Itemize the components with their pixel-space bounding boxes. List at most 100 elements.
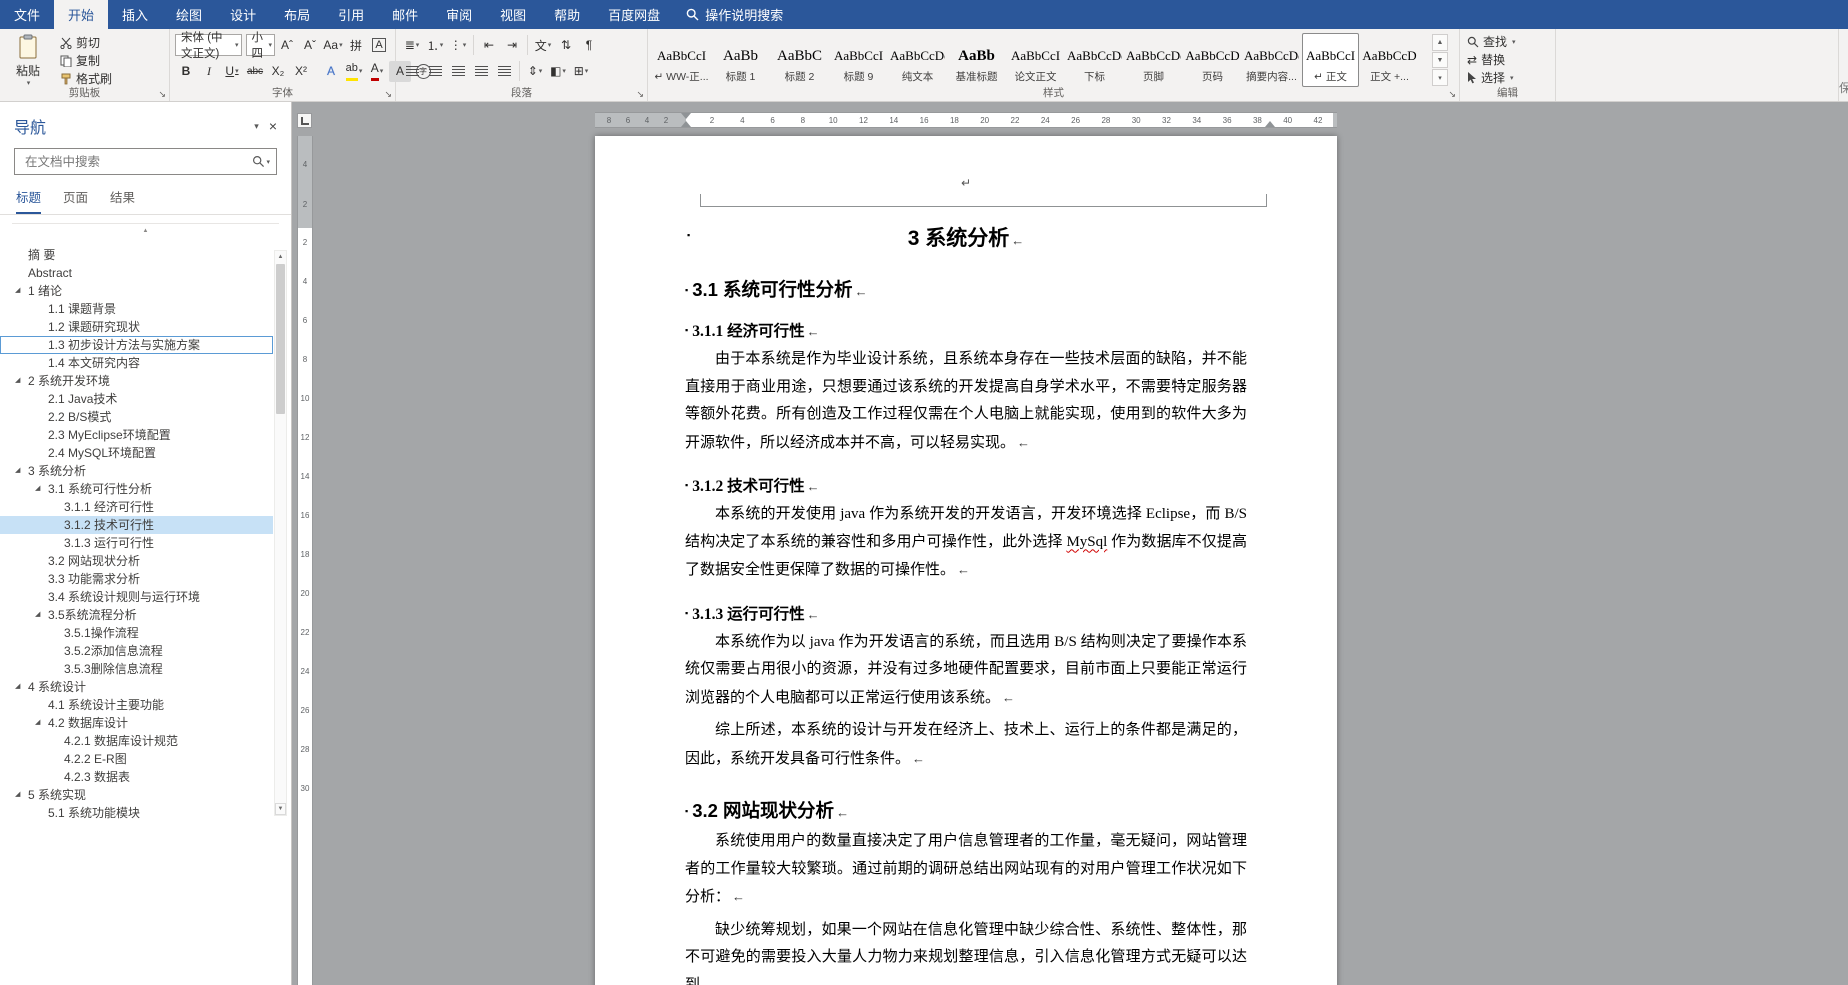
styles-dialog-launcher[interactable]: ↘ bbox=[1448, 90, 1456, 99]
ribbon-tab[interactable]: 开始 bbox=[54, 0, 108, 29]
find-button[interactable]: 查找 ▾ bbox=[1465, 33, 1550, 50]
navigation-close-icon[interactable]: × bbox=[269, 118, 277, 134]
hanging-indent-marker[interactable] bbox=[681, 121, 691, 127]
nav-item[interactable]: ◢3.5系统流程分析 bbox=[0, 606, 273, 624]
style-item[interactable]: AaBbCcD正文 +... bbox=[1361, 33, 1418, 87]
ribbon-tab[interactable]: 审阅 bbox=[432, 0, 486, 29]
expand-triangle-icon[interactable]: ◢ bbox=[15, 678, 20, 696]
shading-button[interactable]: ◧▾ bbox=[547, 61, 569, 82]
nav-item[interactable]: 摘 要 bbox=[0, 246, 273, 264]
style-item[interactable]: AaBbCcDc纯文本 bbox=[889, 33, 946, 87]
nav-item[interactable]: 4.2.2 E-R图 bbox=[0, 750, 273, 768]
expand-triangle-icon[interactable]: ◢ bbox=[35, 606, 40, 624]
character-border-button[interactable]: A bbox=[368, 35, 390, 56]
navigation-options-icon[interactable]: ▾ bbox=[244, 121, 269, 132]
bold-button[interactable]: B bbox=[175, 61, 197, 82]
nav-item[interactable]: 2.4 MySQL环境配置 bbox=[0, 444, 273, 462]
expand-triangle-icon[interactable]: ◢ bbox=[15, 372, 20, 390]
style-item[interactable]: AaBbCcDdI页脚 bbox=[1125, 33, 1182, 87]
nav-item[interactable]: 3.5.2添加信息流程 bbox=[0, 642, 273, 660]
line-spacing-button[interactable]: ⇕▾ bbox=[524, 61, 546, 82]
paragraph-dialog-launcher[interactable]: ↘ bbox=[636, 90, 644, 99]
align-left-button[interactable] bbox=[401, 61, 423, 82]
expand-triangle-icon[interactable]: ◢ bbox=[35, 480, 40, 498]
nav-item[interactable]: 3.5.1操作流程 bbox=[0, 624, 273, 642]
ribbon-tab[interactable]: 绘图 bbox=[162, 0, 216, 29]
ribbon-tab[interactable]: 文件 bbox=[0, 0, 54, 29]
expand-triangle-icon[interactable]: ◢ bbox=[35, 714, 40, 732]
nav-item[interactable]: 1.4 本文研究内容 bbox=[0, 354, 273, 372]
nav-scrollbar[interactable]: ▲ ▼ bbox=[274, 250, 287, 816]
nav-scroll-down-icon[interactable]: ▼ bbox=[275, 803, 286, 815]
styles-gallery-more-button[interactable]: ▾ bbox=[1432, 69, 1448, 86]
italic-button[interactable]: I bbox=[198, 61, 220, 82]
ribbon-tab[interactable]: 邮件 bbox=[378, 0, 432, 29]
tab-stop-selector[interactable] bbox=[297, 113, 312, 128]
borders-button[interactable]: ⊞▾ bbox=[570, 61, 592, 82]
highlight-button[interactable]: ab▾ bbox=[343, 61, 365, 82]
nav-item[interactable]: 2.3 MyEclipse环境配置 bbox=[0, 426, 273, 444]
increase-indent-button[interactable]: ⇥ bbox=[501, 35, 523, 56]
nav-scrollbar-thumb[interactable] bbox=[276, 264, 285, 414]
change-case-button[interactable]: Aa▾ bbox=[322, 35, 344, 56]
copy-button[interactable]: 复制 bbox=[57, 52, 115, 69]
font-name-combobox[interactable]: 宋体 (中文正文) ▾ bbox=[175, 34, 242, 56]
decrease-indent-button[interactable]: ⇤ bbox=[478, 35, 500, 56]
ribbon-tab[interactable]: 帮助 bbox=[540, 0, 594, 29]
style-item[interactable]: AaBbCcI论文正文 bbox=[1007, 33, 1064, 87]
nav-item[interactable]: 3.1.2 技术可行性 bbox=[0, 516, 273, 534]
paste-button[interactable]: 粘贴 ▾ bbox=[5, 32, 51, 88]
ribbon-tab[interactable]: 引用 bbox=[324, 0, 378, 29]
ribbon-tab[interactable]: 视图 bbox=[486, 0, 540, 29]
style-item[interactable]: AaBbCcDdI下标 bbox=[1066, 33, 1123, 87]
nav-item[interactable]: 3.1.3 运行可行性 bbox=[0, 534, 273, 552]
asian-layout-button[interactable]: 文▾ bbox=[532, 35, 554, 56]
nav-item[interactable]: ◢3 系统分析 bbox=[0, 462, 273, 480]
style-item[interactable]: AaBb标题 1 bbox=[712, 33, 769, 87]
style-item[interactable]: AaBbCcI↵ 正文 bbox=[1302, 33, 1359, 87]
nav-search-input[interactable] bbox=[23, 154, 252, 170]
nav-item[interactable]: 1.2 课题研究现状 bbox=[0, 318, 273, 336]
align-center-button[interactable] bbox=[424, 61, 446, 82]
styles-scroll-up-button[interactable]: ▲ bbox=[1432, 34, 1448, 51]
styles-scroll-down-button[interactable]: ▼ bbox=[1432, 52, 1448, 69]
nav-item[interactable]: ◢2 系统开发环境 bbox=[0, 372, 273, 390]
expand-triangle-icon[interactable]: ◢ bbox=[15, 786, 20, 804]
nav-item[interactable]: 3.4 系统设计规则与运行环境 bbox=[0, 588, 273, 606]
nav-item[interactable]: 4.2.1 数据库设计规范 bbox=[0, 732, 273, 750]
expand-triangle-icon[interactable]: ◢ bbox=[15, 462, 20, 480]
font-dialog-launcher[interactable]: ↘ bbox=[384, 90, 392, 99]
phonetic-guide-button[interactable]: 拼 bbox=[345, 35, 367, 56]
style-item[interactable]: AaBbCcDdI摘要内容... bbox=[1243, 33, 1300, 87]
nav-tab-headings[interactable]: 标题 bbox=[16, 187, 41, 214]
select-button[interactable]: 选择 ▾ bbox=[1465, 69, 1550, 86]
nav-item[interactable]: ◢4 系统设计 bbox=[0, 678, 273, 696]
justify-button[interactable] bbox=[470, 61, 492, 82]
style-item[interactable]: AaBbCcI↵ WW-正... bbox=[653, 33, 710, 87]
nav-item[interactable]: ◢5 系统实现 bbox=[0, 786, 273, 804]
nav-item[interactable]: 3.1.1 经济可行性 bbox=[0, 498, 273, 516]
nav-item[interactable]: ◢4.2 数据库设计 bbox=[0, 714, 273, 732]
strikethrough-button[interactable]: abc bbox=[244, 61, 266, 82]
nav-tab-results[interactable]: 结果 bbox=[110, 187, 135, 214]
nav-search-icon[interactable] bbox=[252, 155, 265, 168]
superscript-button[interactable]: X² bbox=[290, 61, 312, 82]
ribbon-tab[interactable]: 插入 bbox=[108, 0, 162, 29]
nav-item[interactable]: 1.3 初步设计方法与实施方案 bbox=[0, 336, 273, 354]
cut-button[interactable]: 剪切 bbox=[57, 34, 115, 51]
replace-button[interactable]: ⇄ 替换 bbox=[1465, 51, 1550, 68]
nav-jump-to-top[interactable]: ▲ bbox=[12, 223, 279, 232]
nav-item[interactable]: ◢1 绪论 bbox=[0, 282, 273, 300]
align-right-button[interactable] bbox=[447, 61, 469, 82]
style-item[interactable]: AaBbCcI标题 9 bbox=[830, 33, 887, 87]
nav-item[interactable]: ◢3.1 系统可行性分析 bbox=[0, 480, 273, 498]
nav-item[interactable]: 5.1 系统功能模块 bbox=[0, 804, 273, 822]
ribbon-tab[interactable]: 设计 bbox=[216, 0, 270, 29]
nav-search-dropdown-icon[interactable]: ▾ bbox=[266, 158, 270, 166]
numbering-button[interactable]: ⒈▾ bbox=[424, 35, 446, 56]
underline-button[interactable]: U▾ bbox=[221, 61, 243, 82]
ribbon-tab[interactable]: 布局 bbox=[270, 0, 324, 29]
nav-item[interactable]: 4.1 系统设计主要功能 bbox=[0, 696, 273, 714]
shrink-font-button[interactable]: Aˇ bbox=[299, 35, 321, 56]
vertical-ruler[interactable]: 4224681012141618202224262830 bbox=[297, 136, 313, 985]
